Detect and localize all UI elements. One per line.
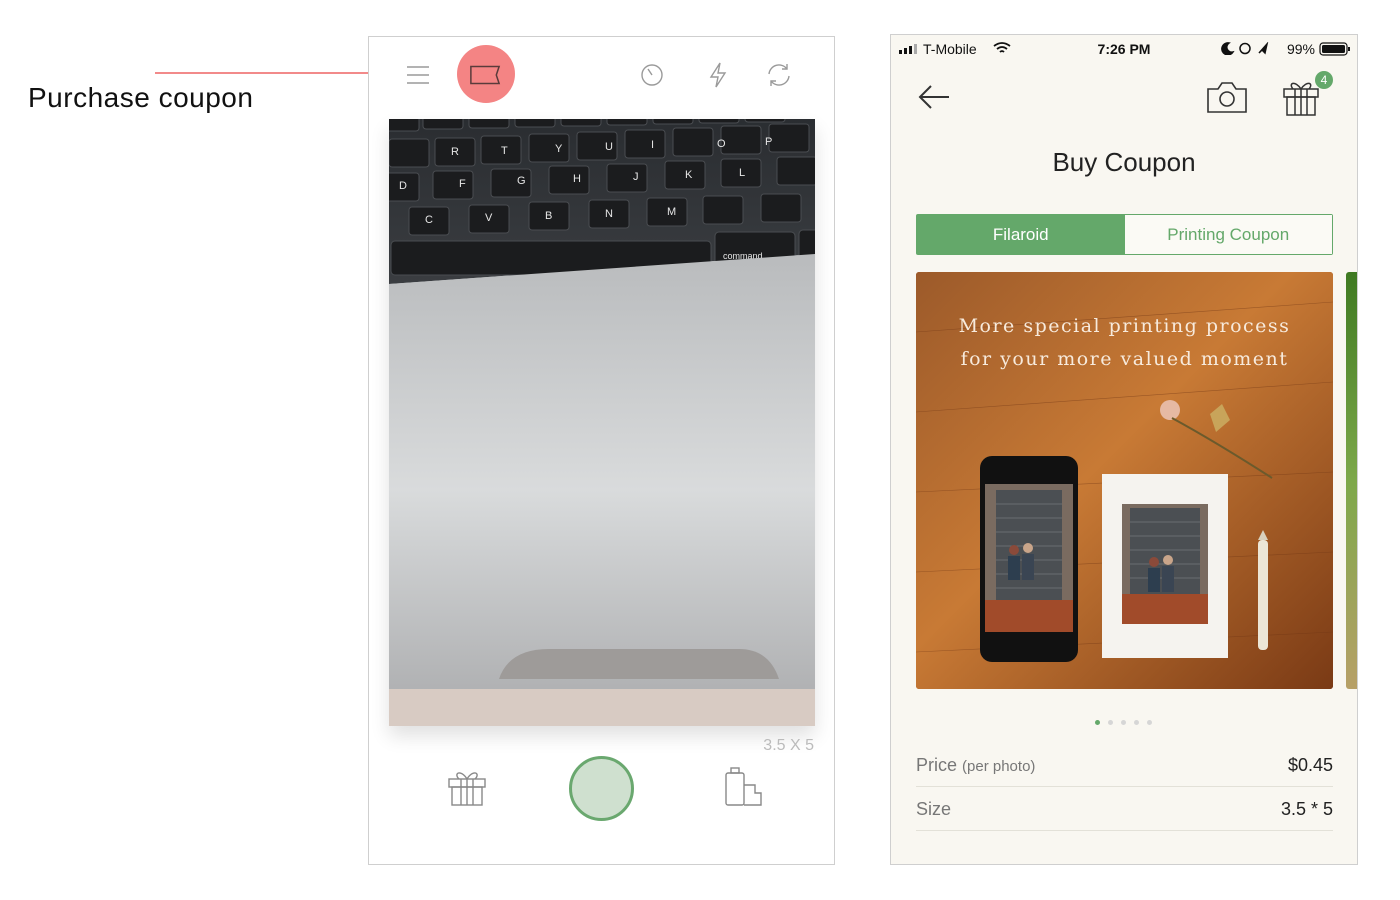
annotation-label: Purchase coupon — [28, 82, 254, 113]
tab-filaroid[interactable]: Filaroid — [917, 215, 1125, 254]
carousel-dot[interactable] — [1108, 720, 1113, 725]
carousel-dot[interactable] — [1147, 720, 1152, 725]
timer-icon[interactable] — [636, 59, 668, 91]
svg-text:V: V — [485, 212, 493, 224]
svg-text:K: K — [685, 169, 693, 181]
svg-text:C: C — [425, 214, 433, 226]
gift-count-badge: 4 — [1315, 71, 1333, 89]
svg-text:D: D — [399, 180, 407, 192]
svg-text:H: H — [573, 173, 581, 185]
svg-text:T: T — [501, 145, 508, 157]
film-pack-icon[interactable] — [721, 765, 765, 809]
promo-banner[interactable]: More special printing process for your m… — [916, 272, 1333, 689]
price-value: $0.45 — [1287, 755, 1333, 775]
svg-text:G: G — [517, 175, 526, 187]
battery-percent: 99% — [1286, 41, 1315, 57]
svg-text:F: F — [459, 178, 466, 190]
svg-text:B: B — [545, 210, 552, 222]
size-row: Size 3.5 * 5 — [916, 787, 1333, 831]
svg-text:P: P — [765, 136, 772, 148]
buy-coupon-screen: T-Mobile 7:26 PM 99% 4 Buy Coupon Filaro… — [890, 34, 1358, 865]
banner-headline: More special printing process for your m… — [916, 310, 1333, 376]
coupon-icon[interactable] — [469, 59, 501, 91]
svg-text:M: M — [667, 206, 676, 218]
banner-line-1: More special printing process — [958, 315, 1291, 337]
tab-printing-coupon[interactable]: Printing Coupon — [1124, 215, 1332, 254]
camera-icon[interactable] — [1205, 79, 1249, 120]
svg-text:O: O — [717, 138, 726, 150]
back-arrow-icon[interactable] — [917, 83, 951, 116]
svg-text:U: U — [605, 141, 613, 153]
svg-text:I: I — [651, 139, 654, 151]
coupon-type-tabs: Filaroid Printing Coupon — [916, 214, 1333, 255]
status-bar: T-Mobile 7:26 PM 99% — [891, 35, 1357, 63]
carousel-dot[interactable] — [1121, 720, 1126, 725]
flash-icon[interactable] — [702, 59, 734, 91]
next-banner-peek[interactable] — [1346, 272, 1357, 689]
price-label-text: Price — [916, 755, 958, 775]
carousel-indicator — [1095, 720, 1152, 725]
price-label: Price (per photo) — [916, 755, 1035, 776]
svg-text:Y: Y — [555, 143, 563, 155]
svg-text:N: N — [605, 208, 613, 220]
svg-text:R: R — [451, 146, 459, 158]
page-title: Buy Coupon — [1052, 147, 1196, 177]
camera-viewfinder: RTYUIOP DFGHJKL CVBNM command — [389, 119, 815, 726]
menu-icon[interactable] — [402, 59, 434, 91]
battery-icon — [1319, 42, 1350, 56]
switch-camera-icon[interactable] — [763, 59, 795, 91]
svg-text:L: L — [739, 167, 745, 179]
price-sublabel: (per photo) — [962, 758, 1036, 775]
status-indicators-icon — [1221, 42, 1269, 55]
banner-line-2: for your more valued moment — [960, 348, 1289, 370]
size-label: Size — [916, 799, 952, 819]
photo-size-label: 3.5 X 5 — [763, 737, 814, 754]
carousel-dot[interactable] — [1134, 720, 1139, 725]
price-row: Price (per photo) $0.45 — [916, 743, 1333, 787]
shutter-button[interactable] — [569, 756, 634, 821]
camera-screen: RTYUIOP DFGHJKL CVBNM command 3.5 X 5 — [368, 36, 835, 865]
svg-text:J: J — [633, 171, 639, 183]
gift-icon[interactable] — [445, 765, 489, 809]
carousel-dot[interactable] — [1095, 720, 1100, 725]
size-value: 3.5 * 5 — [1280, 799, 1333, 819]
